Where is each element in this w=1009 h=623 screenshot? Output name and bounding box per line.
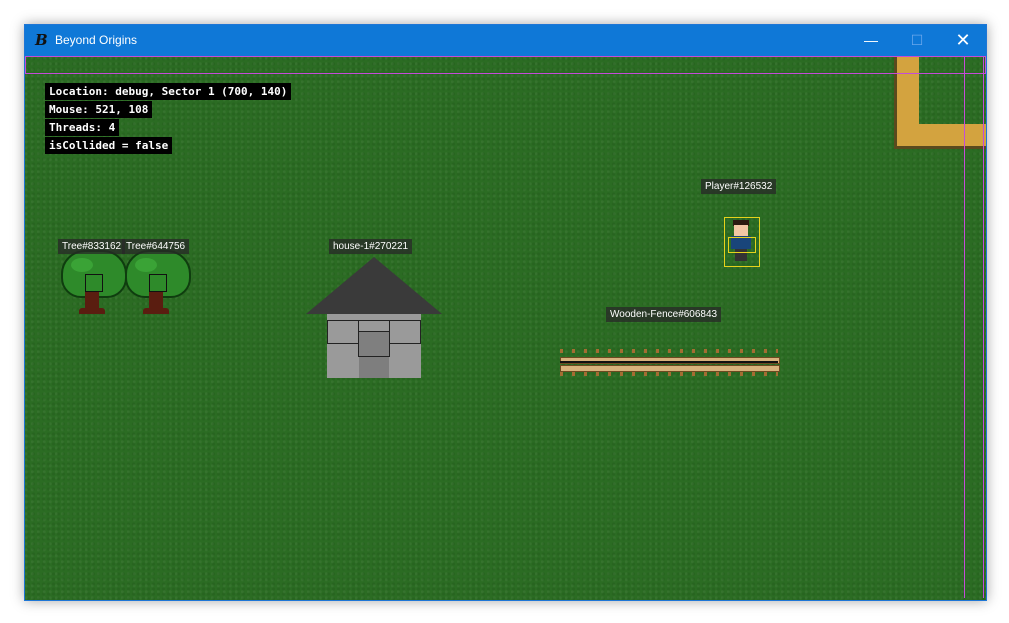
tree-sprite [125, 250, 191, 316]
debug-bounds-right [964, 56, 984, 598]
tree-hitbox [149, 274, 167, 292]
fence-rail [560, 365, 780, 372]
debug-location: Location: debug, Sector 1 (700, 140) [45, 83, 292, 100]
close-button[interactable]: ✕ [940, 25, 986, 56]
debug-mouse: Mouse: 521, 108 [45, 101, 153, 118]
player-sprite [724, 217, 760, 267]
tree-trunk [79, 292, 105, 314]
game-window: B Beyond Origins — ☐ ✕ Location: debug, … [24, 24, 987, 601]
game-viewport[interactable]: Location: debug, Sector 1 (700, 140) Mou… [25, 56, 986, 600]
debug-collided: isCollided = false [45, 137, 173, 154]
debug-threads: Threads: 4 [45, 119, 120, 136]
app-logo-icon: B [35, 31, 48, 49]
debug-bounds-top [25, 56, 986, 74]
player-label: Player#126532 [701, 179, 777, 194]
tree-label: Tree#833162 [58, 239, 126, 254]
fence-posts [560, 372, 778, 376]
fence-label: Wooden-Fence#606843 [606, 307, 722, 322]
tree-label: Tree#644756 [122, 239, 190, 254]
house-roof [306, 257, 442, 314]
house-sprite [305, 257, 445, 379]
title-bar[interactable]: B Beyond Origins — ☐ ✕ [25, 25, 986, 56]
house-label: house-1#270221 [329, 239, 413, 254]
tree-sprite [61, 250, 127, 316]
fence-hitbox-line [560, 361, 778, 363]
maximize-button[interactable]: ☐ [894, 25, 940, 56]
house-door-hitbox [358, 331, 390, 357]
tree-trunk [143, 292, 169, 314]
minimize-button[interactable]: — [848, 25, 894, 56]
wooden-fence-sprite [560, 349, 780, 376]
window-title: Beyond Origins [55, 33, 138, 47]
tree-hitbox [85, 274, 103, 292]
player-collision-box [728, 237, 756, 253]
